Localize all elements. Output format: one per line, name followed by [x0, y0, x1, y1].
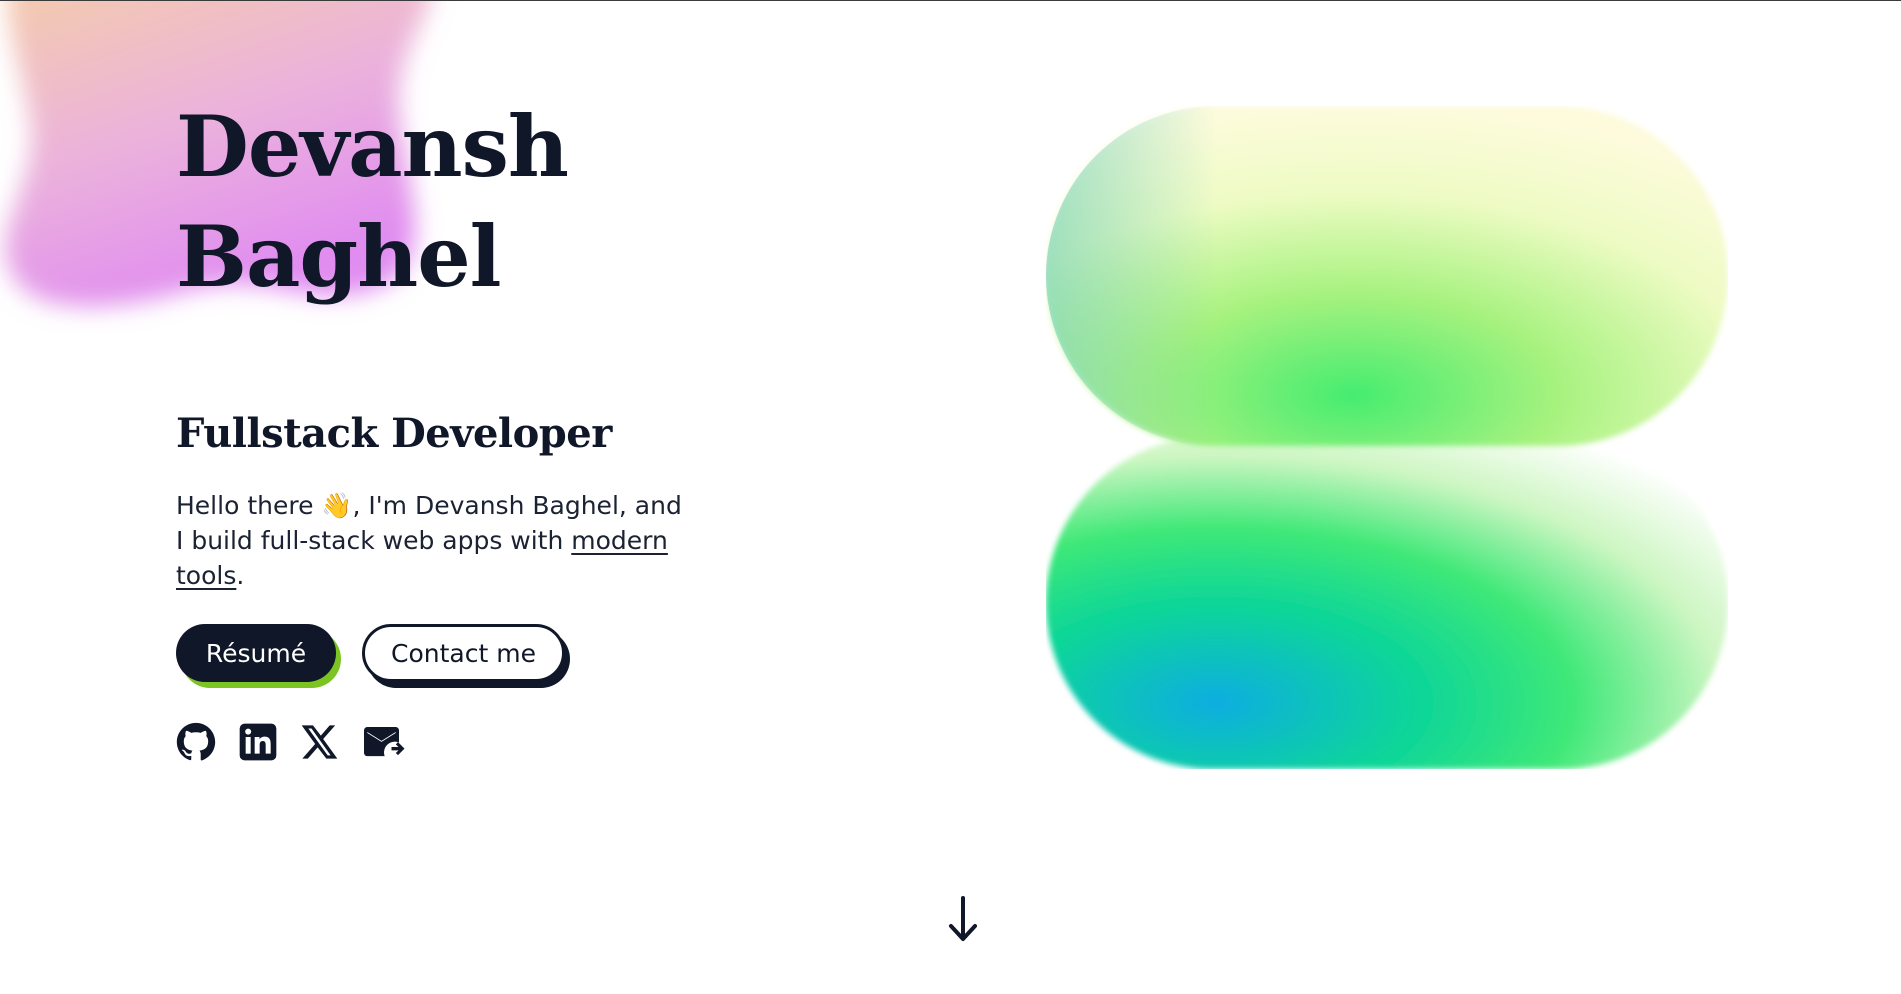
linkedin-icon[interactable] — [238, 722, 278, 762]
social-links — [176, 722, 406, 762]
x-icon[interactable] — [300, 722, 340, 762]
cta-buttons: Résumé Contact me — [176, 624, 565, 682]
hero-intro-text: Hello there 👋, I'm Devansh Baghel, and I… — [176, 488, 686, 593]
intro-end: . — [236, 561, 245, 590]
top-border — [0, 0, 1901, 1]
resume-button[interactable]: Résumé — [176, 624, 336, 682]
name-last: Baghel — [176, 207, 502, 306]
name-first: Devansh — [176, 97, 569, 196]
hero-role: Fullstack Developer — [176, 410, 612, 457]
github-icon[interactable] — [176, 722, 216, 762]
arrow-down-icon[interactable] — [946, 895, 980, 943]
hero-intro: Devansh Baghel Fullstack Developer Hello… — [176, 92, 736, 761]
contact-button[interactable]: Contact me — [362, 624, 565, 682]
mail-forward-icon[interactable] — [362, 722, 406, 762]
gradient-shape-graphic — [1046, 106, 1728, 769]
hero-name: Devansh Baghel — [176, 92, 736, 312]
